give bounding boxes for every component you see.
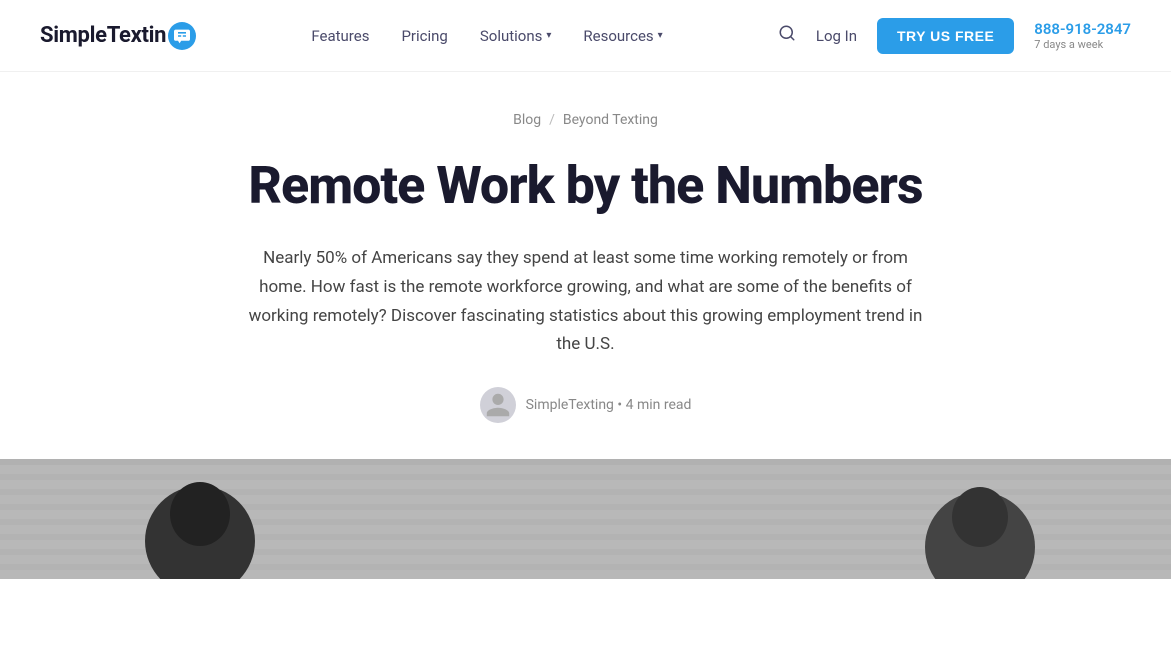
breadcrumb: Blog / Beyond Texting [513,112,658,128]
article-subtitle: Nearly 50% of Americans say they spend a… [246,244,926,360]
nav-resources[interactable]: Resources ▾ [583,27,662,45]
login-link[interactable]: Log In [816,27,857,45]
search-icon[interactable] [778,24,796,47]
author-row: SimpleTexting • 4 min read [480,387,692,423]
try-us-free-button[interactable]: TRY US FREE [877,18,1014,54]
breadcrumb-blog[interactable]: Blog [513,112,541,128]
nav-solutions[interactable]: Solutions ▾ [480,27,552,45]
author-separator: • [617,397,625,413]
main-content: Blog / Beyond Texting Remote Work by the… [0,72,1171,459]
author-avatar [480,387,516,423]
hero-image [0,459,1171,579]
article-title: Remote Work by the Numbers [248,156,922,216]
header-right: Log In TRY US FREE 888-918-2847 7 days a… [778,18,1131,54]
read-time: 4 min read [626,397,692,413]
phone-subtitle: 7 days a week [1034,38,1103,51]
site-header: SimpleTextin Features Pricing Solutions … [0,0,1171,72]
hero-image-inner [0,459,1171,579]
resources-chevron-icon: ▾ [658,30,663,41]
logo-text: SimpleTextin [40,23,166,48]
phone-block: 888-918-2847 7 days a week [1034,20,1131,51]
phone-number[interactable]: 888-918-2847 [1034,20,1131,38]
breadcrumb-separator: / [549,112,555,128]
logo[interactable]: SimpleTextin [40,22,196,50]
nav-pricing[interactable]: Pricing [401,27,447,45]
main-nav: Features Pricing Solutions ▾ Resources ▾ [311,27,662,45]
author-meta: SimpleTexting • 4 min read [526,397,692,413]
nav-features[interactable]: Features [311,27,369,45]
solutions-chevron-icon: ▾ [546,30,551,41]
breadcrumb-current: Beyond Texting [563,112,658,128]
logo-icon [168,22,196,50]
author-name: SimpleTexting [526,397,614,413]
